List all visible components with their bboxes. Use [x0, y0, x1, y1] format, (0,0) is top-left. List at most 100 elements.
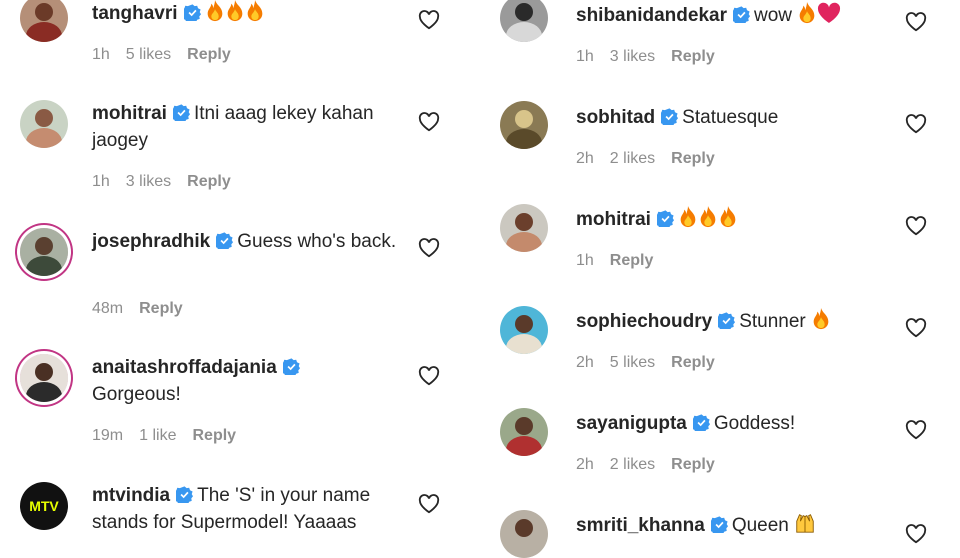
avatar[interactable]: MTV — [20, 482, 68, 530]
verified-badge-icon — [216, 232, 234, 249]
likes-count[interactable]: 5 likes — [126, 46, 171, 63]
comment-time: 48m — [92, 300, 124, 317]
comment-username[interactable]: smriti_khanna — [576, 515, 705, 536]
avatar[interactable] — [20, 228, 68, 276]
reply-button[interactable]: Reply — [610, 252, 654, 269]
verified-badge-icon — [282, 358, 300, 375]
likes-count[interactable]: 3 likes — [126, 173, 171, 190]
comment-text: mtvindia The 'S' in your name stands for … — [92, 482, 402, 536]
likes-count[interactable]: 2 likes — [610, 150, 655, 167]
comment-username[interactable]: anaitashroffadajania — [92, 357, 277, 378]
fire-emoji-icon — [245, 0, 265, 30]
comment-time: 1h — [576, 252, 594, 269]
comment-body: Guess who's back. — [237, 231, 397, 252]
avatar[interactable] — [500, 510, 548, 558]
verified-badge-icon — [692, 414, 710, 431]
verified-badge-icon — [661, 108, 679, 125]
verified-badge-icon — [656, 210, 674, 227]
verified-badge-icon — [710, 516, 728, 533]
like-heart-icon[interactable] — [418, 366, 440, 386]
avatar[interactable] — [500, 0, 548, 42]
comment-time: 19m — [92, 427, 124, 444]
likes-count[interactable]: 2 likes — [610, 456, 655, 473]
verified-badge-icon — [176, 486, 194, 503]
like-heart-icon[interactable] — [418, 112, 440, 132]
comment-body: Statuesque — [682, 107, 779, 128]
comment-meta: 1h Reply — [576, 252, 669, 270]
reply-button[interactable]: Reply — [671, 456, 715, 473]
comment-text: anaitashroffadajania Gorgeous! — [92, 354, 402, 408]
comment-body: Queen — [731, 515, 789, 536]
comment-text: sobhitad Statuesque — [576, 104, 778, 131]
comment-time: 2h — [576, 456, 594, 473]
comment-text: tanghavri — [92, 0, 265, 30]
comment-meta: 19m 1 like Reply — [92, 427, 252, 445]
comment-username[interactable]: shibanidandekar — [576, 5, 727, 26]
comment-meta: 2h 5 likes Reply — [576, 354, 731, 372]
red-heart-emoji-icon — [817, 2, 841, 32]
comment-time: 2h — [576, 354, 594, 371]
mtv-logo: MTV — [20, 482, 68, 530]
like-heart-icon[interactable] — [905, 420, 927, 440]
avatar[interactable] — [20, 354, 68, 402]
like-heart-icon[interactable] — [905, 216, 927, 236]
comment-time: 1h — [92, 46, 110, 63]
reply-button[interactable]: Reply — [139, 300, 183, 317]
verified-badge-icon — [733, 6, 750, 23]
avatar[interactable] — [500, 408, 548, 456]
comment-time: 1h — [576, 48, 594, 65]
avatar[interactable] — [500, 204, 548, 252]
verified-badge-icon — [172, 104, 190, 121]
comment-text: shibanidandekar wow — [576, 2, 841, 32]
comment-text: mohitrai — [576, 206, 738, 236]
comment-body: Goddess! — [713, 413, 796, 434]
avatar[interactable] — [20, 0, 68, 42]
fire-emoji-icon — [678, 206, 698, 236]
comment-username[interactable]: sayanigupta — [576, 413, 687, 434]
like-heart-icon[interactable] — [418, 238, 440, 258]
likes-count[interactable]: 3 likes — [610, 48, 655, 65]
fire-emoji-icon — [225, 0, 245, 30]
fire-emoji-icon — [797, 2, 817, 32]
reply-button[interactable]: Reply — [671, 48, 715, 65]
likes-count[interactable]: 5 likes — [610, 354, 655, 371]
like-heart-icon[interactable] — [905, 12, 927, 32]
verified-badge-icon — [183, 4, 201, 21]
like-heart-icon[interactable] — [418, 10, 440, 30]
comment-text: sayanigupta Goddess! — [576, 410, 795, 437]
comment-meta: 1h 5 likes Reply — [92, 46, 247, 64]
reply-button[interactable]: Reply — [671, 354, 715, 371]
comment-text: josephradhik Guess who's back. — [92, 228, 402, 255]
comment-username[interactable]: josephradhik — [92, 231, 210, 252]
comment-time: 1h — [92, 173, 110, 190]
like-heart-icon[interactable] — [905, 318, 927, 338]
avatar[interactable] — [500, 101, 548, 149]
fire-emoji-icon — [698, 206, 718, 236]
comment-text: sophiechoudry Stunner — [576, 308, 831, 338]
comment-username[interactable]: tanghavri — [92, 3, 178, 24]
comment-username[interactable]: mohitrai — [92, 103, 167, 124]
comment-meta: 2h 2 likes Reply — [576, 456, 731, 474]
comment-username[interactable]: mohitrai — [576, 209, 651, 230]
comment-username[interactable]: mtvindia — [92, 485, 170, 506]
reply-button[interactable]: Reply — [187, 173, 231, 190]
comment-body: wow — [754, 5, 793, 26]
avatar[interactable] — [20, 100, 68, 148]
like-heart-icon[interactable] — [905, 114, 927, 134]
fire-emoji-icon — [205, 0, 225, 30]
like-heart-icon[interactable] — [418, 494, 440, 514]
likes-count[interactable]: 1 like — [139, 427, 176, 444]
fire-emoji-icon — [718, 206, 738, 236]
comment-text: smriti_khanna Queen — [576, 512, 816, 542]
avatar[interactable] — [500, 306, 548, 354]
reply-button[interactable]: Reply — [187, 46, 231, 63]
reply-button[interactable]: Reply — [192, 427, 236, 444]
reply-button[interactable]: Reply — [671, 150, 715, 167]
comment-meta: 1h 3 likes Reply — [92, 173, 247, 191]
verified-badge-icon — [718, 312, 736, 329]
like-heart-icon[interactable] — [905, 524, 927, 544]
comment-body: Gorgeous! — [92, 384, 181, 405]
comment-username[interactable]: sophiechoudry — [576, 311, 712, 332]
comment-username[interactable]: sobhitad — [576, 107, 655, 128]
raised-hands-emoji-icon — [794, 512, 816, 542]
